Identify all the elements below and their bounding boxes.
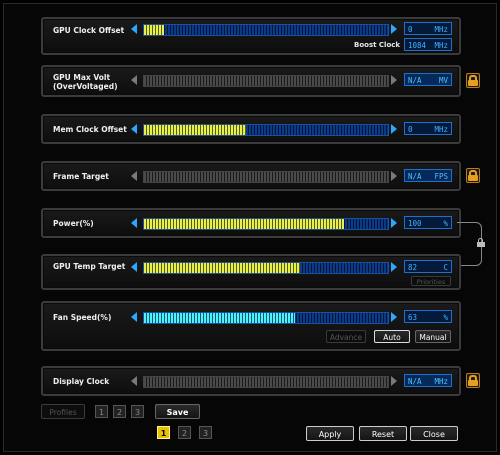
mem-clock-unit: MHz — [434, 125, 448, 134]
display-clock-unit: MHz — [434, 377, 448, 386]
right-arrow-icon — [391, 171, 397, 181]
right-arrow-icon[interactable] — [391, 312, 397, 322]
reset-button[interactable]: Reset — [359, 426, 407, 441]
temp-target-unit: C — [443, 263, 448, 272]
gpu-clock-value[interactable]: 0 MHz — [404, 22, 452, 35]
right-arrow-icon[interactable] — [391, 218, 397, 228]
frame-target-panel: Frame Target N/A FPS — [41, 161, 461, 191]
lock-icon[interactable] — [466, 168, 480, 183]
power-panel: Power(%) 100 % — [41, 208, 461, 238]
left-arrow-icon[interactable] — [131, 312, 137, 322]
fan-speed-label: Fan Speed(%) — [53, 313, 112, 322]
power-value[interactable]: 100 % — [404, 216, 452, 229]
max-volt-label: GPU Max Volt (OverVoltaged) — [53, 73, 118, 91]
left-arrow-icon[interactable] — [131, 24, 137, 34]
display-clock-value: N/A MHz — [404, 374, 452, 387]
temp-target-value[interactable]: 82 C — [404, 260, 452, 273]
left-arrow-icon[interactable] — [131, 218, 137, 228]
max-volt-label-line1: GPU Max Volt — [53, 73, 111, 82]
gpu-clock-slider[interactable] — [143, 24, 389, 36]
save-slot-1[interactable]: 1 — [157, 426, 170, 439]
mem-clock-slider[interactable] — [143, 124, 389, 136]
save-button[interactable]: Save — [155, 404, 200, 419]
fan-speed-panel: Fan Speed(%) 63 % Advance Auto Manual — [41, 301, 461, 351]
right-arrow-icon — [391, 75, 397, 85]
boost-clock-label: Boost Clock — [354, 41, 401, 49]
mem-clock-label: Mem Clock Offset — [53, 125, 127, 134]
profile-slot-3[interactable]: 3 — [131, 405, 144, 418]
left-arrow-icon — [131, 171, 137, 181]
boost-clock-value: 1084 MHz — [404, 38, 452, 51]
max-volt-number: N/A — [408, 76, 422, 85]
fan-speed-number: 63 — [408, 313, 418, 322]
max-volt-slider — [143, 75, 389, 87]
fan-speed-value[interactable]: 63 % — [404, 310, 452, 323]
auto-button[interactable]: Auto — [374, 330, 410, 343]
gpu-clock-number: 0 — [408, 25, 413, 34]
temp-target-panel: GPU Temp Target 82 C Priorities — [41, 254, 461, 290]
max-volt-label-line2: (OverVoltaged) — [53, 82, 118, 91]
profile-slot-2[interactable]: 2 — [113, 405, 126, 418]
display-clock-panel: Display Clock N/A MHz — [41, 366, 461, 396]
power-slider[interactable] — [143, 218, 389, 230]
power-label: Power(%) — [53, 219, 94, 228]
profile-slot-1[interactable]: 1 — [95, 405, 108, 418]
frame-target-value: N/A FPS — [404, 169, 452, 182]
frame-target-label: Frame Target — [53, 172, 109, 181]
mem-clock-panel: Mem Clock Offset 0 MHz — [41, 114, 461, 144]
boost-clock-number: 1084 — [408, 41, 427, 50]
power-number: 100 — [408, 219, 422, 228]
fan-speed-slider[interactable] — [143, 312, 389, 324]
frame-target-slider — [143, 171, 389, 183]
display-clock-label: Display Clock — [53, 377, 110, 386]
max-volt-value: N/A MV — [404, 73, 452, 86]
left-arrow-icon — [131, 376, 137, 386]
frame-target-unit: FPS — [434, 172, 448, 181]
temp-target-slider[interactable] — [143, 262, 389, 274]
left-arrow-icon — [131, 75, 137, 85]
priorities-button[interactable]: Priorities — [411, 276, 451, 286]
mem-clock-value[interactable]: 0 MHz — [404, 122, 452, 135]
right-arrow-icon[interactable] — [391, 124, 397, 134]
apply-button[interactable]: Apply — [306, 426, 354, 441]
left-arrow-icon[interactable] — [131, 262, 137, 272]
power-unit: % — [443, 219, 448, 228]
mem-clock-number: 0 — [408, 125, 413, 134]
display-clock-slider — [143, 376, 389, 388]
temp-target-number: 82 — [408, 263, 418, 272]
temp-target-label: GPU Temp Target — [53, 262, 126, 271]
fan-speed-unit: % — [443, 313, 448, 322]
gpu-clock-unit: MHz — [434, 25, 448, 34]
advance-button[interactable]: Advance — [326, 330, 366, 343]
gpu-clock-panel: GPU Clock Offset 0 MHz Boost Clock 1084 … — [41, 17, 461, 55]
save-slot-2[interactable]: 2 — [178, 426, 191, 439]
link-lock-icon[interactable] — [477, 238, 485, 247]
gpu-clock-label: GPU Clock Offset — [53, 26, 125, 35]
right-arrow-icon[interactable] — [391, 262, 397, 272]
manual-button[interactable]: Manual — [415, 330, 451, 343]
lock-icon[interactable] — [466, 373, 480, 388]
display-clock-number: N/A — [408, 377, 422, 386]
frame-target-number: N/A — [408, 172, 422, 181]
profiles-button[interactable]: Profiles — [41, 404, 85, 419]
max-volt-unit: MV — [438, 76, 448, 85]
lock-icon[interactable] — [466, 73, 480, 88]
max-volt-panel: GPU Max Volt (OverVoltaged) N/A MV — [41, 65, 461, 97]
save-slot-3[interactable]: 3 — [199, 426, 212, 439]
close-button[interactable]: Close — [410, 426, 458, 441]
right-arrow-icon[interactable] — [391, 24, 397, 34]
right-arrow-icon — [391, 376, 397, 386]
boost-clock-unit: MHz — [434, 41, 448, 50]
left-arrow-icon[interactable] — [131, 124, 137, 134]
